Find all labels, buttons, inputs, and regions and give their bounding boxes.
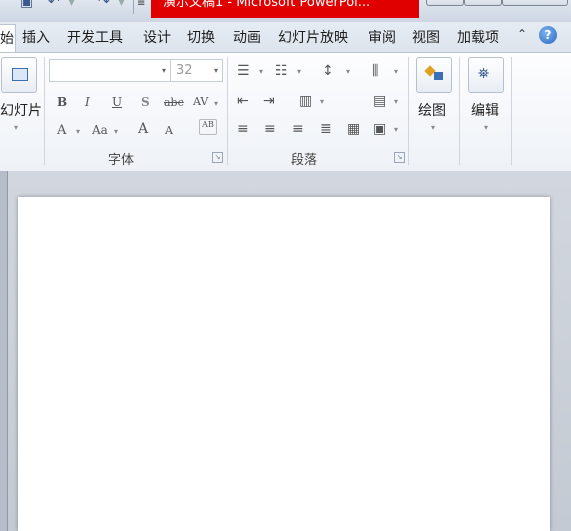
paragraph-dialog-launcher-icon[interactable]: ↘: [394, 152, 405, 163]
tab-developer[interactable]: 开发工具: [67, 27, 123, 47]
tab-transitions[interactable]: 切换: [187, 27, 215, 47]
character-spacing-button[interactable]: AV: [193, 95, 208, 108]
font-name-combobox[interactable]: ▾: [49, 59, 171, 82]
align-left-icon[interactable]: ≡: [237, 121, 249, 137]
tab-review[interactable]: 审阅: [368, 27, 396, 47]
customize-quick-access-icon[interactable]: ≡: [137, 0, 147, 9]
slide-layout-icon: [12, 68, 28, 81]
chevron-down-icon[interactable]: ▾: [394, 125, 398, 134]
chevron-down-icon[interactable]: ▾: [76, 127, 80, 136]
chevron-down-icon[interactable]: ▾: [214, 66, 218, 75]
ribbon: 幻灯片 ▾ ▾ 32 ▾ B I U S abc AV ▾ A ▾ Aa ▾ A…: [0, 52, 571, 172]
group-separator: [227, 57, 228, 165]
help-icon[interactable]: ?: [539, 26, 557, 44]
title-bar: ▣ ↶ ▾ ↷ ▾ ≡ 演示文稿1 - Microsoft PowerPoi..…: [0, 0, 571, 23]
chevron-down-icon[interactable]: ▾: [431, 123, 435, 132]
window-title: 演示文稿1 - Microsoft PowerPoi...: [151, 0, 419, 18]
new-slide-button[interactable]: [1, 57, 37, 93]
increase-indent-icon[interactable]: ⇥: [263, 93, 275, 109]
text-shadow-button[interactable]: S: [141, 95, 150, 109]
clear-formatting-icon[interactable]: AB: [199, 119, 217, 135]
font-size-value: 32: [176, 63, 193, 78]
redo-dropdown-icon[interactable]: ▾: [118, 0, 125, 10]
tab-home[interactable]: 始: [0, 24, 16, 52]
quick-access-separator: [133, 0, 134, 14]
minimize-button[interactable]: [426, 0, 464, 6]
bullets-icon[interactable]: ☰: [237, 63, 250, 79]
paragraph-group-label: 段落: [291, 153, 318, 168]
font-dialog-launcher-icon[interactable]: ↘: [212, 152, 223, 163]
italic-button[interactable]: I: [85, 95, 90, 109]
drawing-button[interactable]: [416, 57, 452, 93]
ribbon-tabs: 始 插入 开发工具 设计 切换 动画 幻灯片放映 审阅 视图 加载项: [0, 22, 571, 52]
align-center-icon[interactable]: ≡: [264, 121, 276, 137]
editing-button[interactable]: ⛯: [468, 57, 504, 93]
chevron-down-icon[interactable]: ▾: [162, 66, 166, 75]
strikethrough-button[interactable]: abc: [164, 96, 184, 109]
bold-button[interactable]: B: [57, 95, 67, 109]
undo-icon[interactable]: ↶: [48, 0, 60, 10]
redo-icon[interactable]: ↷: [98, 0, 110, 10]
line-spacing-icon[interactable]: ↕: [322, 63, 334, 79]
tab-addins[interactable]: 加载项: [457, 27, 499, 47]
shrink-font-button[interactable]: A: [165, 124, 173, 137]
group-separator: [408, 57, 409, 165]
text-direction-icon[interactable]: ⫼: [372, 63, 378, 79]
close-button[interactable]: [502, 0, 568, 6]
font-color-button[interactable]: A: [57, 123, 66, 138]
group-separator: [459, 57, 460, 165]
grow-font-button[interactable]: A: [138, 121, 148, 137]
tab-animations[interactable]: 动画: [233, 27, 261, 47]
underline-button[interactable]: U: [112, 95, 122, 109]
smartart-icon[interactable]: ▣: [373, 121, 386, 137]
binoculars-icon: ⛯: [478, 66, 490, 82]
minimize-ribbon-icon[interactable]: ⌃: [517, 27, 527, 41]
justify-icon[interactable]: ≣: [320, 121, 332, 137]
drawing-label: 绘图: [418, 103, 446, 119]
group-separator: [511, 57, 512, 165]
chevron-down-icon[interactable]: ▾: [14, 123, 18, 132]
chevron-down-icon[interactable]: ▾: [484, 123, 488, 132]
group-separator: [44, 57, 45, 165]
chevron-down-icon[interactable]: ▾: [297, 67, 301, 76]
new-slide-label: 幻灯片: [0, 103, 42, 119]
tab-slideshow[interactable]: 幻灯片放映: [278, 27, 348, 47]
tab-insert[interactable]: 插入: [22, 27, 50, 47]
slide-workspace: [0, 171, 571, 531]
slides-pane-edge[interactable]: [0, 171, 8, 531]
chevron-down-icon[interactable]: ▾: [346, 67, 350, 76]
chevron-down-icon[interactable]: ▾: [394, 97, 398, 106]
distributed-icon[interactable]: ▦: [347, 121, 360, 137]
slide-canvas[interactable]: [18, 197, 550, 531]
chevron-down-icon[interactable]: ▾: [320, 97, 324, 106]
chevron-down-icon[interactable]: ▾: [259, 67, 263, 76]
chevron-down-icon[interactable]: ▾: [394, 67, 398, 76]
align-text-icon[interactable]: ▤: [373, 93, 386, 109]
font-group-label: 字体: [108, 153, 135, 168]
undo-dropdown-icon[interactable]: ▾: [68, 0, 75, 10]
save-icon[interactable]: ▣: [20, 0, 33, 10]
tab-design[interactable]: 设计: [143, 27, 171, 47]
tab-view[interactable]: 视图: [412, 27, 440, 47]
shapes-icon-part: [434, 72, 443, 80]
editing-label: 编辑: [471, 103, 499, 119]
chevron-down-icon[interactable]: ▾: [214, 99, 218, 108]
align-right-icon[interactable]: ≡: [292, 121, 304, 137]
font-size-combobox[interactable]: 32 ▾: [171, 59, 223, 82]
change-case-button[interactable]: Aa: [92, 123, 108, 137]
chevron-down-icon[interactable]: ▾: [114, 127, 118, 136]
maximize-button[interactable]: [464, 0, 502, 6]
numbering-icon[interactable]: ☷: [275, 63, 288, 79]
decrease-indent-icon[interactable]: ⇤: [237, 93, 249, 109]
columns-icon[interactable]: ▥: [299, 93, 312, 109]
